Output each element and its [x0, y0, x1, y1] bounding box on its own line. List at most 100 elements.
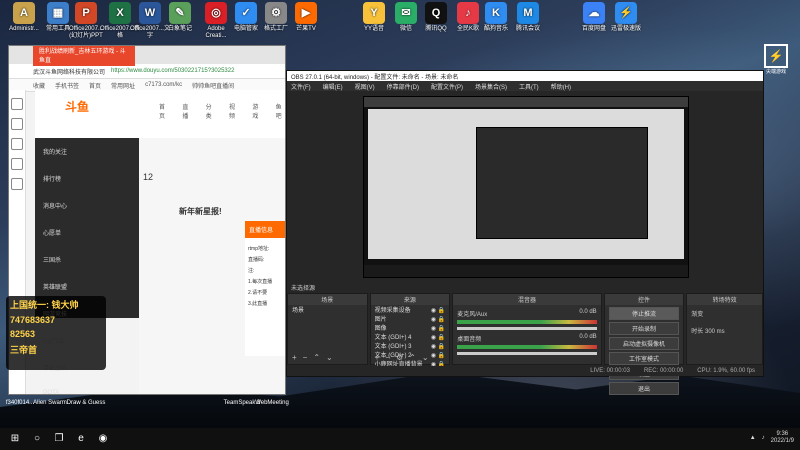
source-item[interactable]: 文本 (GDI+) 3 ◉ 🔒: [375, 343, 446, 352]
duration-value: 300 ms: [704, 329, 725, 335]
sidebar-icon[interactable]: [11, 158, 23, 170]
track-name: 麦克风/Aux: [457, 312, 488, 318]
site-menu-item[interactable]: 视频: [229, 102, 238, 120]
obs-titlebar[interactable]: OBS 27.0.1 (64-bit, windows) - 配置文件: 未命名…: [287, 71, 763, 81]
visibility-icon[interactable]: ◉ 🔒: [431, 343, 445, 352]
site-menu-item[interactable]: 分类: [206, 102, 215, 120]
add-icon[interactable]: +: [375, 353, 380, 362]
obs-menu-item[interactable]: 视图(V): [355, 82, 375, 91]
down-icon[interactable]: ⌄: [422, 353, 429, 362]
scene-name: 场景: [292, 308, 305, 314]
volume-icon[interactable]: ♪: [762, 435, 765, 441]
track-name: 桌面音频: [457, 337, 482, 343]
app-icon: Q: [425, 2, 447, 24]
remove-icon[interactable]: −: [303, 353, 308, 362]
taskbar: ⊞ ○ ❐ e ◉ ▲ ♪ 9:36 2022/1/9: [0, 428, 800, 450]
visibility-icon[interactable]: ◉ 🔒: [431, 352, 445, 361]
control-button[interactable]: 工作室模式: [608, 352, 680, 365]
search-icon[interactable]: ○: [30, 432, 44, 446]
volume-slider[interactable]: [457, 352, 597, 355]
address-bar[interactable]: 武汉斗鱼网络科技有限公司 https://www.douyu.com/50302…: [9, 64, 285, 79]
desktop-shortcut[interactable]: Draw & Guess: [66, 400, 106, 406]
obs-menu-item[interactable]: 文件(F): [291, 82, 311, 91]
obs-preview[interactable]: [363, 96, 689, 278]
windows-start-icon[interactable]: ⊞: [8, 432, 22, 446]
add-icon[interactable]: +: [292, 353, 297, 362]
up-icon[interactable]: ⌃: [409, 353, 416, 362]
site-nav-item[interactable]: 消息中心: [35, 192, 139, 219]
site-nav-item[interactable]: 心愿单: [35, 219, 139, 246]
browser-tab[interactable]: 胜利战绩刷新_吉林五环游戏 - 斗鱼直: [33, 46, 135, 66]
remove-icon[interactable]: −: [385, 353, 390, 362]
site-nav-item[interactable]: 三国杀: [35, 246, 139, 273]
desktop-shortcut[interactable]: WebMeeting: [252, 400, 292, 406]
obs-menu-item[interactable]: 工具(T): [519, 82, 539, 91]
control-button[interactable]: 退出: [608, 382, 680, 395]
bookmark-item[interactable]: 首页: [89, 81, 101, 90]
control-button[interactable]: 停止推流: [608, 307, 680, 320]
desktop-shortcut[interactable]: Alien Swarm: [30, 400, 70, 406]
desktop-icon[interactable]: M 腾讯会议: [508, 2, 548, 33]
bookmark-item[interactable]: c7173.com/kc: [145, 82, 182, 88]
app-icon: M: [517, 2, 539, 24]
transition-mode[interactable]: 渐变: [687, 305, 762, 322]
desktop-icon[interactable]: ⚡ 迅雷极速版: [606, 2, 646, 33]
clock[interactable]: 9:36 2022/1/9: [771, 431, 794, 445]
visibility-icon[interactable]: ◉ 🔒: [431, 325, 445, 334]
site-nav-item[interactable]: DOTA: [35, 381, 139, 394]
site-menu-item[interactable]: 游戏: [252, 102, 261, 120]
desktop-icon-label: 芒果TV: [296, 26, 316, 32]
desktop-icon[interactable]: ✎ 白象笔记: [160, 2, 200, 33]
source-item[interactable]: 文本 (GDI+) 4 ◉ 🔒: [375, 334, 446, 343]
sources-header: 来源: [370, 294, 450, 305]
site-nav-item[interactable]: 我的关注: [35, 138, 139, 165]
source-item[interactable]: 图像 ◉ 🔒: [375, 325, 446, 334]
browser-taskbar-icon[interactable]: e: [74, 432, 88, 446]
sidebar-icon[interactable]: [11, 178, 23, 190]
taskview-icon[interactable]: ❐: [52, 432, 66, 446]
site-menu-item[interactable]: 首页: [159, 102, 168, 120]
obs-menu-item[interactable]: 配置文件(P): [431, 82, 463, 91]
obs-menu-item[interactable]: 帮助(H): [551, 82, 571, 91]
dialog-body: rtmp地址: 直播码: 注: 1.每次直播 2.请不要 3.此直播: [245, 238, 285, 314]
obs-menu-item[interactable]: 场景集合(S): [475, 82, 507, 91]
desktop-icon[interactable]: ▶ 芒果TV: [286, 2, 326, 33]
source-item[interactable]: 视频采集设备 ◉ 🔒: [375, 307, 446, 316]
url-text[interactable]: https://www.douyu.com/5030221715?3025322: [111, 68, 234, 74]
obs-taskbar-icon[interactable]: ◉: [96, 432, 110, 446]
transition-duration[interactable]: 时长 300 ms: [687, 322, 762, 339]
bookmark-item[interactable]: 帅帅鱼吧直播间: [192, 81, 234, 90]
status-item: REC: 00:00:00: [643, 368, 684, 374]
app-icon: ✓: [235, 2, 257, 24]
up-icon[interactable]: ⌃: [313, 353, 320, 362]
network-icon[interactable]: ▲: [750, 435, 756, 441]
bookmark-item[interactable]: 常用网址: [111, 81, 135, 90]
dialog-line: 1.每次直播: [248, 279, 273, 285]
down-icon[interactable]: ⌄: [326, 353, 333, 362]
site-menu-item[interactable]: 鱼吧: [276, 102, 285, 120]
source-item[interactable]: 图片 ◉ 🔒: [375, 316, 446, 325]
visibility-icon[interactable]: ◉ 🔒: [431, 334, 445, 343]
control-button[interactable]: 开始录制: [608, 322, 680, 335]
control-button[interactable]: 启动虚拟摄像机: [608, 337, 680, 350]
scene-item[interactable]: 场景: [292, 307, 363, 316]
sidebar-icon[interactable]: [11, 118, 23, 130]
obs-menu-item[interactable]: 停靠部件(D): [387, 82, 419, 91]
bookmark-item[interactable]: 收藏: [33, 81, 45, 90]
volume-slider[interactable]: [457, 327, 597, 330]
site-menu-item[interactable]: 直播: [182, 102, 191, 120]
app-icon: ☁: [583, 2, 605, 24]
transitions-header: 转场特效: [687, 294, 762, 305]
sidebar-icon[interactable]: [11, 138, 23, 150]
preview-bottom-bar: [364, 265, 688, 277]
visibility-icon[interactable]: ◉ 🔒: [431, 316, 445, 325]
visibility-icon[interactable]: ◉ 🔒: [431, 307, 445, 316]
bookmark-item[interactable]: 手机书签: [55, 81, 79, 90]
volume-meter: [457, 345, 597, 349]
site-logo[interactable]: 斗鱼: [65, 98, 89, 115]
obs-menu-item[interactable]: 编辑(E): [323, 82, 343, 91]
streamer-qq: 747683637: [10, 315, 56, 325]
sidebar-icon[interactable]: [11, 98, 23, 110]
site-nav-item[interactable]: 排行榜: [35, 165, 139, 192]
gear-icon[interactable]: ⚙: [396, 353, 403, 362]
